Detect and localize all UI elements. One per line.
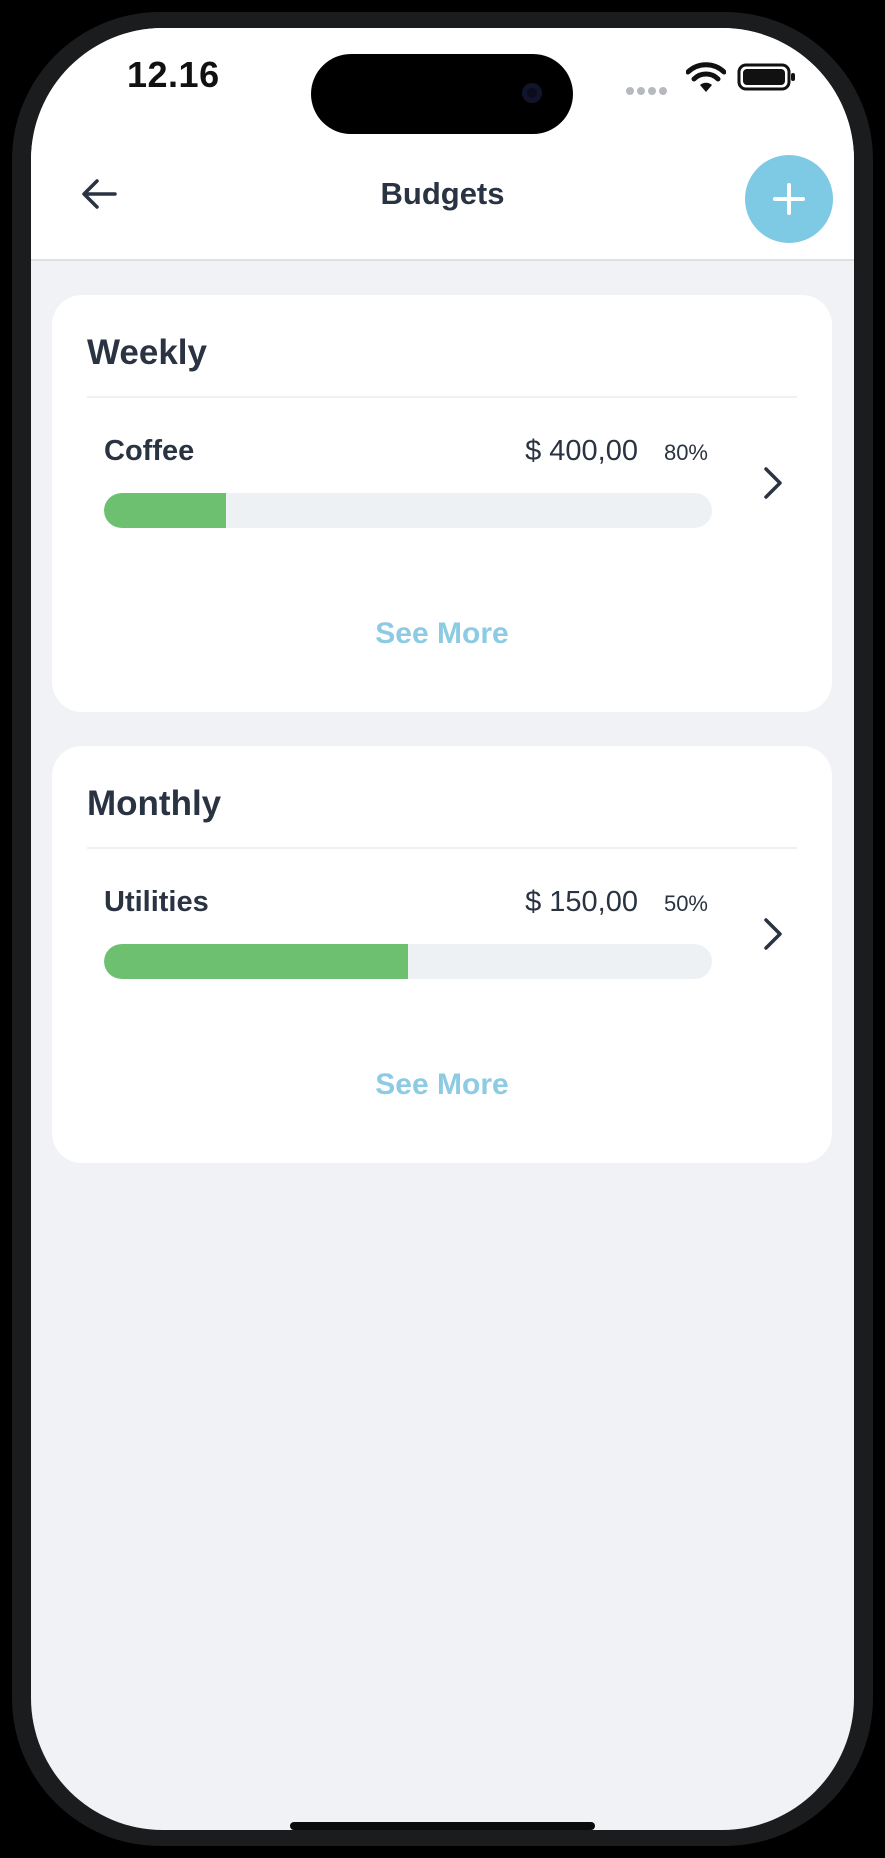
camera-icon bbox=[522, 83, 542, 103]
dynamic-island bbox=[311, 54, 573, 134]
progress-fill bbox=[104, 493, 226, 528]
chevron-right-icon[interactable] bbox=[758, 914, 786, 954]
section-title: Weekly bbox=[87, 333, 207, 372]
progress-bar bbox=[104, 944, 712, 979]
monthly-budget-card: Monthly Utilities $ 150,00 50% See More bbox=[52, 746, 832, 1163]
section-title: Monthly bbox=[87, 784, 222, 823]
home-indicator[interactable] bbox=[290, 1822, 595, 1830]
signal-icon bbox=[626, 82, 670, 95]
status-time: 12.16 bbox=[127, 54, 220, 95]
page-title: Budgets bbox=[380, 176, 505, 211]
divider bbox=[87, 847, 797, 849]
budget-item-name: Utilities bbox=[104, 886, 209, 918]
top-bar: 12.16 Budgets bbox=[31, 28, 854, 261]
budget-item-percent: 50% bbox=[663, 891, 708, 916]
see-more-link[interactable]: See More bbox=[52, 1068, 832, 1102]
chevron-right-icon[interactable] bbox=[758, 463, 786, 503]
see-more-link[interactable]: See More bbox=[52, 617, 832, 651]
budget-item-name: Coffee bbox=[104, 435, 195, 467]
divider bbox=[87, 396, 797, 398]
plus-icon bbox=[773, 183, 805, 215]
progress-fill bbox=[104, 944, 408, 979]
progress-bar bbox=[104, 493, 712, 528]
budget-item-amount: $ 150,00 bbox=[525, 886, 638, 918]
app-screen: 12.16 Budgets Weekly Coffee $ 400,00 80%… bbox=[31, 28, 854, 1830]
weekly-budget-card: Weekly Coffee $ 400,00 80% See More bbox=[52, 295, 832, 712]
wifi-icon bbox=[686, 62, 726, 92]
add-budget-button[interactable] bbox=[745, 155, 833, 243]
budget-item-amount: $ 400,00 bbox=[525, 435, 638, 467]
battery-icon bbox=[737, 63, 795, 91]
budget-item-percent: 80% bbox=[663, 440, 708, 465]
phone-frame: 12.16 Budgets Weekly Coffee $ 400,00 80%… bbox=[0, 0, 885, 1858]
